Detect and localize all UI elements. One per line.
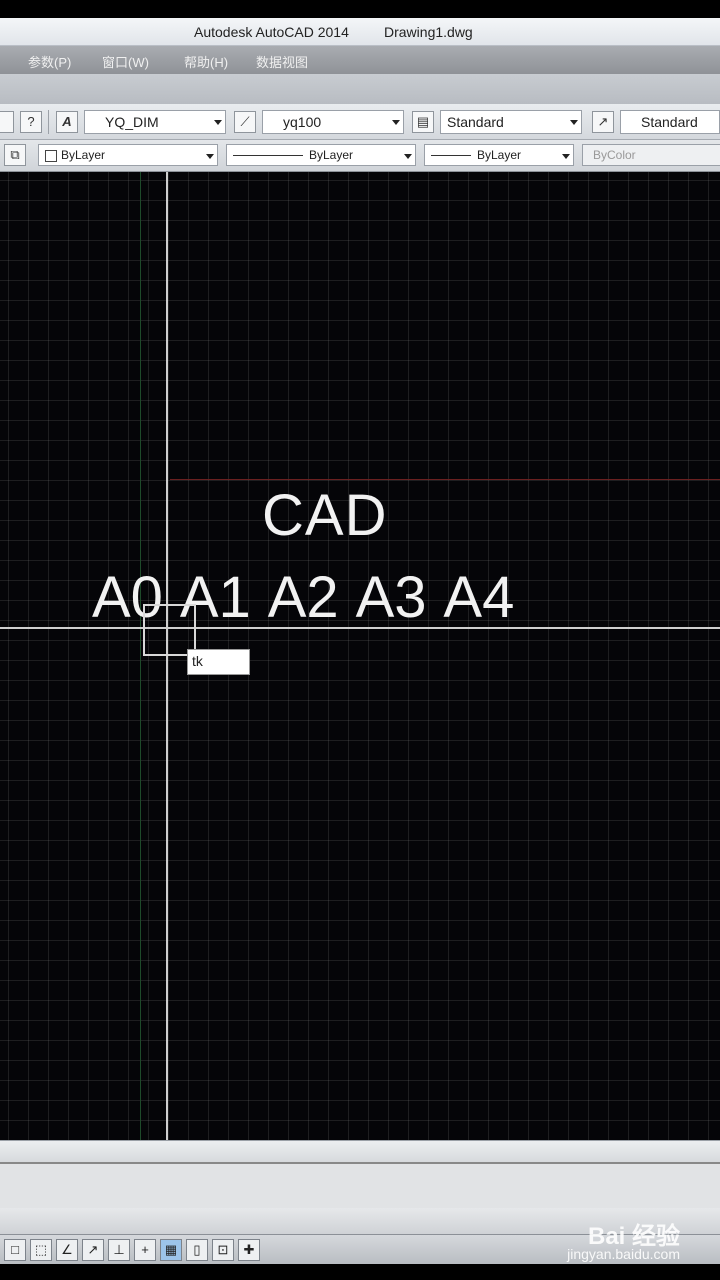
help-icon[interactable]: ? [20,111,42,133]
command-line[interactable] [0,1162,720,1208]
chevron-down-icon[interactable] [211,111,225,133]
styles-toolbar: ? A YQ_DIM ⟋ yq100 ▤ Standard ↗ Standard [0,104,720,140]
linetype-preview [233,155,303,156]
drawing-canvas[interactable]: CAD A0 A1 A2 A3 A4 tk [0,172,720,1140]
chevron-down-icon[interactable] [567,111,581,133]
color-swatch [45,150,57,162]
dim-style-icon[interactable]: ⟋ [234,111,256,133]
text-style-combo[interactable]: YQ_DIM [84,110,226,134]
file-name: Drawing1.dwg [384,24,473,40]
linetype-combo[interactable]: ByLayer [226,144,416,166]
ortho-icon[interactable]: ∠ [56,1239,78,1261]
lineweight-icon[interactable]: ▯ [186,1239,208,1261]
x-axis-line [170,479,720,480]
multileader-style-icon[interactable]: ↗ [592,111,614,133]
menu-item-params[interactable]: 参数(P) [28,52,71,71]
plot-style-combo[interactable]: ByColor [582,144,720,166]
horizontal-scrollbar[interactable] [0,1140,720,1162]
lineweight-preview [431,155,471,156]
chevron-down-icon[interactable] [389,111,403,133]
table-style-icon[interactable]: ▤ [412,111,434,133]
quick-properties-icon[interactable]: ✚ [238,1239,260,1261]
polar-icon[interactable]: ↗ [82,1239,104,1261]
multileader-style-combo[interactable]: Standard [620,110,720,134]
drawing-title-text[interactable]: CAD [262,482,387,549]
chevron-down-icon[interactable] [559,145,573,165]
menu-item-window[interactable]: 窗口(W) [102,52,149,71]
lineweight-combo[interactable]: ByLayer [424,144,574,166]
properties-toolbar: ⧉ ByLayer ByLayer ByLayer ByColor [0,140,720,172]
match-properties-icon[interactable]: ⧉ [4,144,26,166]
chevron-down-icon[interactable] [203,145,217,165]
menu-item-data-view[interactable]: 数据视图 [256,52,308,71]
crosshair-vertical [166,172,168,1140]
grid-icon[interactable]: ⬚ [30,1239,52,1261]
otrack-icon[interactable]: + [134,1239,156,1261]
y-axis-line [140,172,141,1140]
title-bar: Autodesk AutoCAD 2014 Drawing1.dwg [0,18,720,46]
osnap-icon[interactable]: ⊥ [108,1239,130,1261]
table-style-combo[interactable]: Standard [440,110,582,134]
dim-style-combo[interactable]: yq100 [262,110,404,134]
text-style-icon[interactable]: A [56,111,78,133]
dynamic-input-field[interactable]: tk [187,649,250,675]
layer-icon[interactable] [0,111,14,133]
chevron-down-icon[interactable] [401,145,415,165]
menu-bar: 参数(P) 窗口(W) 帮助(H) 数据视图 [0,46,720,74]
app-title: Autodesk AutoCAD 2014 [194,24,349,40]
separator [48,110,49,134]
snap-icon[interactable]: □ [4,1239,26,1261]
menu-item-help[interactable]: 帮助(H) [184,52,228,71]
transparency-icon[interactable]: ⊡ [212,1239,234,1261]
color-combo[interactable]: ByLayer [38,144,218,166]
crosshair-horizontal [0,627,720,629]
ribbon-strip [0,74,720,104]
watermark-url: jingyan.baidu.com [567,1246,680,1262]
dynamic-input-icon[interactable]: ▦ [160,1239,182,1261]
